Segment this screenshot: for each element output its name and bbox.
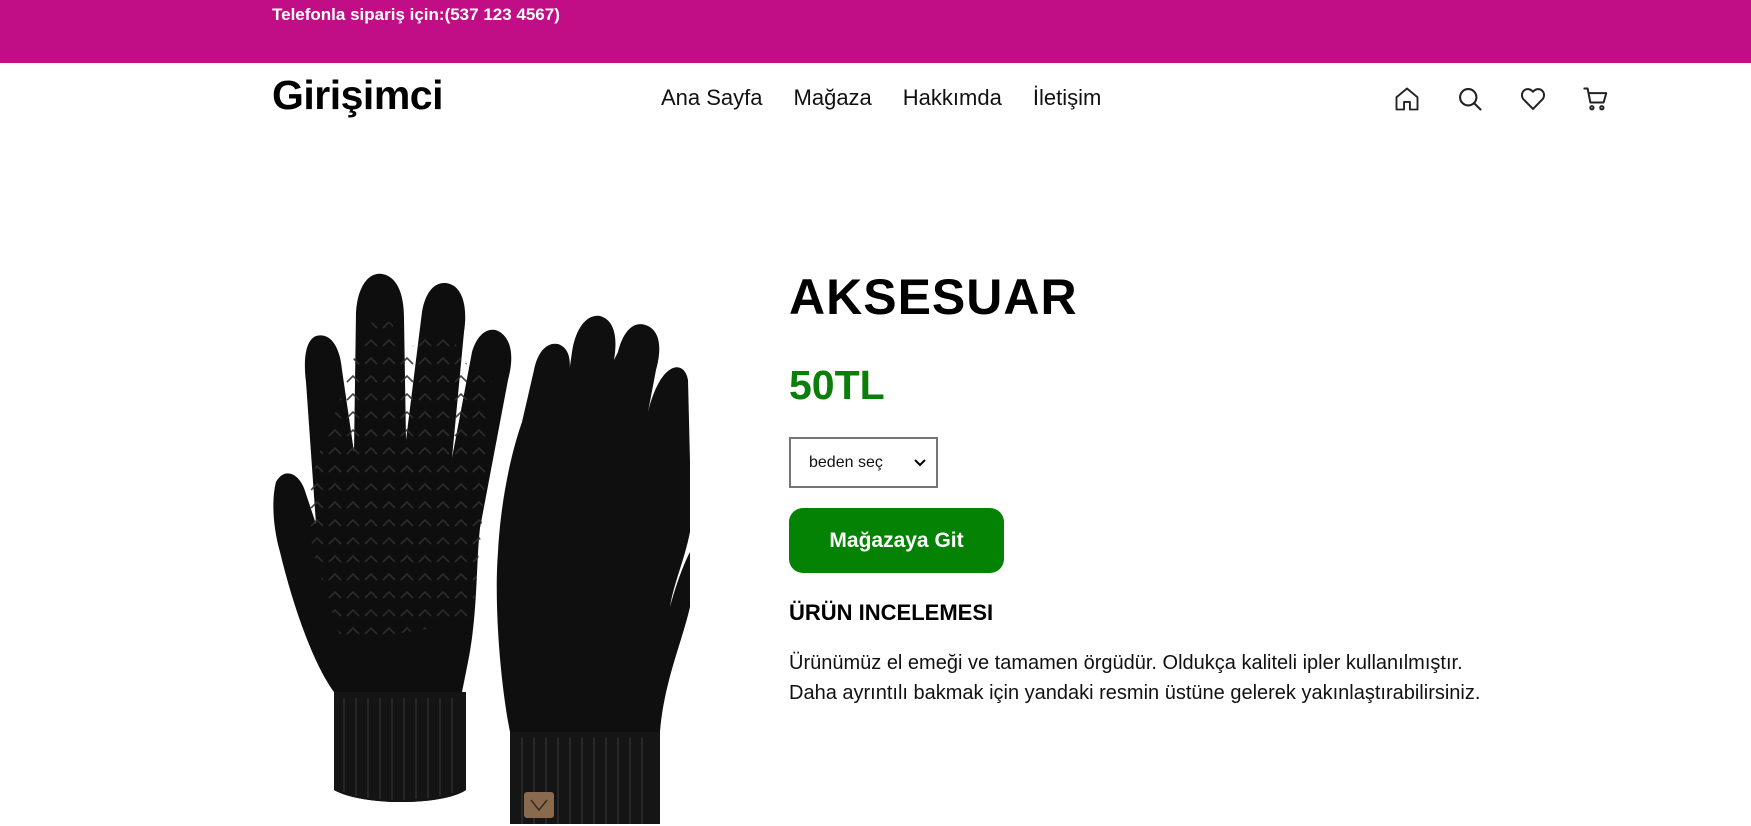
home-icon[interactable] <box>1392 84 1422 114</box>
chevron-down-icon <box>914 456 926 470</box>
main-nav: Ana Sayfa Mağaza Hakkımda İletişim <box>661 85 1101 111</box>
size-select[interactable]: beden seç <box>789 437 938 488</box>
product-price: 50TL <box>789 362 885 408</box>
nav-link-store[interactable]: Mağaza <box>794 85 872 111</box>
product-title: AKSESUAR <box>789 269 1078 325</box>
right-glove <box>496 315 690 824</box>
review-line: Daha ayrıntılı bakmak için yandaki resmi… <box>789 682 1481 704</box>
top-bar: Telefonla sipariş için:(537 123 4567) <box>0 0 1751 63</box>
heart-icon[interactable] <box>1518 84 1548 114</box>
phone-order-text: Telefonla sipariş için:(537 123 4567) <box>272 5 560 24</box>
header-icons <box>1392 84 1611 114</box>
product-image[interactable] <box>272 262 690 826</box>
gloves-illustration <box>273 273 690 824</box>
nav-link-home[interactable]: Ana Sayfa <box>661 85 763 111</box>
go-to-store-button[interactable]: Mağazaya Git <box>789 508 1004 573</box>
search-icon[interactable] <box>1455 84 1485 114</box>
site-logo[interactable]: Girişimci <box>272 72 443 119</box>
nav-link-about[interactable]: Hakkımda <box>903 85 1002 111</box>
size-select-value: beden seç <box>809 453 883 471</box>
nav-link-contact[interactable]: İletişim <box>1033 85 1101 111</box>
review-text: Ürünümüz el emeği ve tamamen örgüdür. Ol… <box>789 648 1609 708</box>
review-line: Ürünümüz el emeği ve tamamen örgüdür. Ol… <box>789 652 1463 674</box>
cart-icon[interactable] <box>1581 84 1611 114</box>
review-heading: ÜRÜN INCELEMESI <box>789 600 994 625</box>
